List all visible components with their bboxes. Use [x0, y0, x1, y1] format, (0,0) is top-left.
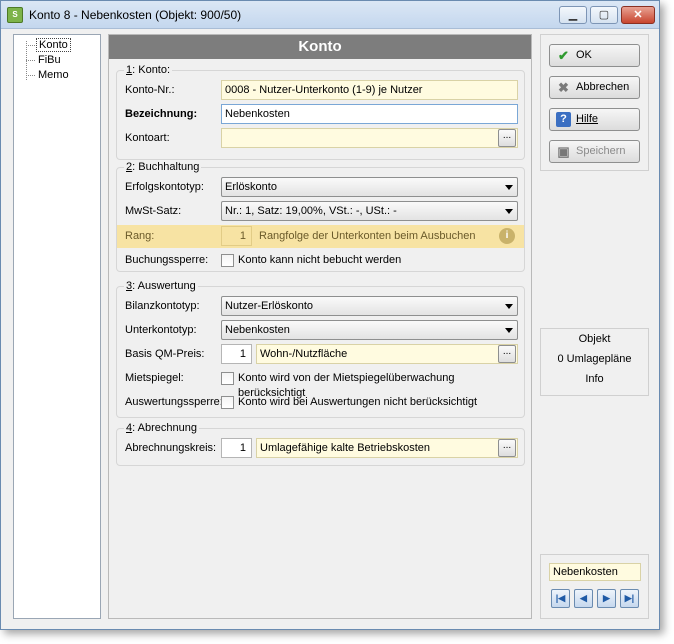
- group-title: 3: Auswertung: [124, 280, 198, 292]
- abrechnungskreis-browse-button[interactable]: ...: [498, 439, 516, 457]
- hilfe-label: Hilfe: [576, 113, 599, 125]
- mwst-label: MwSt-Satz:: [125, 205, 182, 217]
- erfolgskontotyp-select[interactable]: Erlöskonto: [221, 177, 518, 197]
- previous-record-button[interactable]: ◀: [574, 589, 593, 608]
- mietspiegel-checkbox[interactable]: [221, 372, 234, 385]
- last-record-button[interactable]: ▶|: [620, 589, 639, 608]
- save-disk-icon: ▣: [557, 144, 570, 159]
- bilanzkontotyp-value: Nutzer-Erlöskonto: [225, 300, 314, 312]
- auswertungssperre-checkbox[interactable]: [221, 396, 234, 409]
- basis-qm-browse-button[interactable]: ...: [498, 345, 516, 363]
- ok-button[interactable]: ✔ OK: [549, 44, 640, 67]
- action-panel: ✔ OK ✖ Abbrechen ? Hilfe ▣ Speichern: [540, 34, 649, 171]
- auswertung-group: 3: Auswertung Bilanzkontotyp: Nutzer-Erl…: [116, 280, 525, 418]
- abrechnungskreis-field[interactable]: Umlagefähige kalte Betriebskosten: [256, 438, 518, 458]
- abrechnungskreis-label: Abrechnungskreis:: [125, 442, 217, 454]
- abbrechen-label: Abbrechen: [576, 81, 630, 93]
- rang-description: Rangfolge der Unterkonten beim Ausbuchen: [259, 230, 476, 242]
- buchungssperre-label: Buchungssperre:: [125, 254, 209, 266]
- konto-nr-field[interactable]: 0008 - Nutzer-Unterkonto (1-9) je Nutzer: [221, 80, 518, 100]
- app-icon: S: [7, 7, 23, 23]
- auswertungssperre-label: Auswertungssperre:: [125, 396, 223, 408]
- hilfe-button[interactable]: ? Hilfe: [549, 108, 640, 131]
- tree-item-konto[interactable]: Konto: [20, 38, 71, 53]
- tree-item-fibu[interactable]: FiBu: [20, 53, 63, 68]
- buchungssperre-checkbox[interactable]: [221, 254, 234, 267]
- speichern-label: Speichern: [576, 145, 626, 157]
- group-title-text: : Auswertung: [132, 280, 196, 292]
- panel-header: Konto: [109, 35, 531, 59]
- umlageplaene-link[interactable]: 0 Umlagepläne: [541, 349, 648, 369]
- main-panel: Konto 1: Konto: Konto-Nr.: 0008 - Nutzer…: [108, 34, 532, 619]
- unterkontotyp-value: Nebenkosten: [225, 324, 290, 336]
- kontoart-browse-button[interactable]: ...: [498, 129, 516, 147]
- window-title: Konto 8 - Nebenkosten (Objekt: 900/50): [29, 8, 242, 22]
- minimize-button[interactable]: ▁: [559, 6, 587, 24]
- chevron-down-icon: [505, 209, 513, 214]
- dialog-window: S Konto 8 - Nebenkosten (Objekt: 900/50)…: [0, 0, 660, 630]
- erfolgskontotyp-label: Erfolgskontotyp:: [125, 181, 204, 193]
- first-record-button[interactable]: |◀: [551, 589, 570, 608]
- kontoart-label: Kontoart:: [125, 132, 170, 144]
- objekt-link[interactable]: Objekt: [541, 329, 648, 349]
- tree-item-memo[interactable]: Memo: [20, 68, 71, 83]
- title-bar: S Konto 8 - Nebenkosten (Objekt: 900/50)…: [1, 1, 659, 29]
- speichern-button[interactable]: ▣ Speichern: [549, 140, 640, 163]
- tree-item-label: Memo: [38, 69, 69, 81]
- tree-item-label: Konto: [36, 38, 71, 52]
- maximize-button[interactable]: ▢: [590, 6, 618, 24]
- help-icon: ?: [556, 112, 571, 127]
- close-button[interactable]: ✕: [621, 6, 655, 24]
- record-navigator: Nebenkosten |◀ ◀ ▶ ▶|: [540, 554, 649, 619]
- unterkontotyp-label: Unterkontotyp:: [125, 324, 197, 336]
- ok-label: OK: [576, 49, 592, 61]
- bilanzkontotyp-select[interactable]: Nutzer-Erlöskonto: [221, 296, 518, 316]
- abrechnungskreis-number[interactable]: 1: [221, 438, 252, 458]
- checkmark-icon: ✔: [558, 48, 569, 63]
- basis-qm-field[interactable]: Wohn-/Nutzfläche: [256, 344, 518, 364]
- bezeichnung-field[interactable]: Nebenkosten: [221, 104, 518, 124]
- mietspiegel-label: Mietspiegel:: [125, 372, 184, 384]
- current-record-field: Nebenkosten: [549, 563, 641, 581]
- rang-row: Rang: 1 Rangfolge der Unterkonten beim A…: [117, 225, 524, 248]
- buchhaltung-group: 2: Buchhaltung Erfolgskontotyp: Erlöskon…: [116, 161, 525, 272]
- rang-input[interactable]: 1: [221, 226, 252, 246]
- chevron-down-icon: [505, 304, 513, 309]
- tree-item-label: FiBu: [38, 54, 61, 66]
- abbrechen-button[interactable]: ✖ Abbrechen: [549, 76, 640, 99]
- chevron-down-icon: [505, 185, 513, 190]
- info-icon[interactable]: i: [499, 228, 515, 244]
- bilanzkontotyp-label: Bilanzkontotyp:: [125, 300, 200, 312]
- rang-label: Rang:: [125, 230, 155, 242]
- object-info-box: Objekt 0 Umlagepläne Info: [540, 328, 649, 396]
- unterkontotyp-select[interactable]: Nebenkosten: [221, 320, 518, 340]
- buchungssperre-text: Konto kann nicht bebucht werden: [238, 254, 402, 266]
- basis-qm-label: Basis QM-Preis:: [125, 348, 205, 360]
- group-title: 2: Buchhaltung: [124, 161, 202, 173]
- kontoart-field[interactable]: [221, 128, 518, 148]
- group-title-text: : Buchhaltung: [132, 161, 200, 173]
- group-title-text: : Konto:: [132, 64, 171, 76]
- chevron-down-icon: [505, 328, 513, 333]
- auswertungssperre-text: Konto wird bei Auswertungen nicht berück…: [238, 396, 478, 408]
- navigation-tree: Konto FiBu Memo: [13, 34, 101, 619]
- mwst-value: Nr.: 1, Satz: 19,00%, VSt.: -, USt.: -: [225, 205, 397, 217]
- next-record-button[interactable]: ▶: [597, 589, 616, 608]
- basis-qm-number[interactable]: 1: [221, 344, 252, 364]
- abrechnung-group: 4: Abrechnung Abrechnungskreis: 1 Umlage…: [116, 422, 525, 466]
- cancel-x-icon: ✖: [558, 80, 569, 95]
- group-title: 1: Konto:: [124, 64, 173, 76]
- konto-nr-label: Konto-Nr.:: [125, 84, 175, 96]
- info-link[interactable]: Info: [541, 369, 648, 389]
- group-title: 4: Abrechnung: [124, 422, 199, 434]
- mwst-select[interactable]: Nr.: 1, Satz: 19,00%, VSt.: -, USt.: -: [221, 201, 518, 221]
- group-title-text: : Abrechnung: [132, 422, 197, 434]
- bezeichnung-label: Bezeichnung:: [125, 108, 198, 120]
- erfolgskontotyp-value: Erlöskonto: [225, 181, 277, 193]
- konto-group: 1: Konto: Konto-Nr.: 0008 - Nutzer-Unter…: [116, 64, 525, 160]
